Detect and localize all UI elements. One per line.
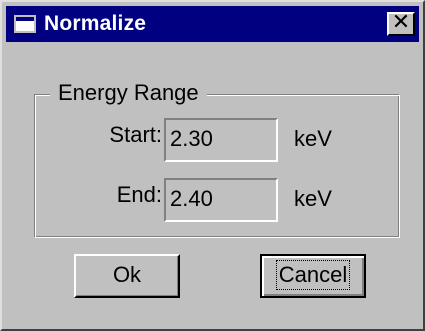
cancel-button[interactable]: Cancel	[260, 254, 366, 298]
window-title: Normalize	[44, 12, 147, 35]
end-label: End:	[116, 182, 162, 207]
end-field[interactable]: 2.40	[164, 178, 278, 222]
start-field[interactable]: 2.30	[164, 118, 278, 162]
energy-range-label: Energy Range	[50, 80, 207, 106]
window-icon	[14, 15, 36, 33]
normalize-dialog: Normalize ✕ Energy Range Start: 2.30 keV…	[0, 0, 425, 331]
end-unit: keV	[294, 186, 332, 211]
title-bar[interactable]: Normalize ✕	[6, 6, 419, 42]
close-icon[interactable]: ✕	[387, 12, 415, 36]
ok-button[interactable]: Ok	[74, 254, 180, 298]
start-label: Start:	[109, 122, 162, 147]
start-unit: keV	[294, 126, 332, 151]
cancel-button-label: Cancel	[275, 260, 351, 290]
